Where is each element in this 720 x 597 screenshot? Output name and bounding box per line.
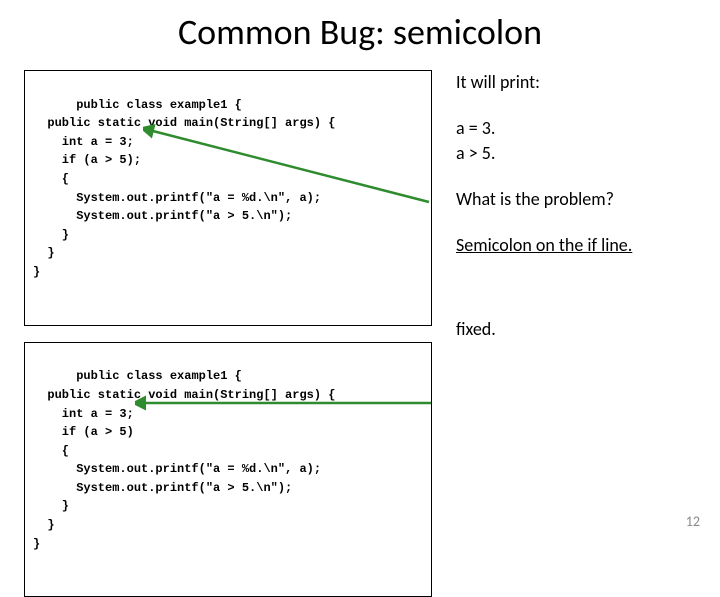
code-box-bug: public class example1 { public static vo…	[24, 70, 432, 326]
code-text-fixed: public class example1 { public static vo…	[33, 369, 335, 550]
output-line-1: a = 3.	[456, 116, 696, 140]
page-number: 12	[686, 513, 700, 530]
problem-question: What is the problem?	[456, 187, 696, 211]
problem-answer: Semicolon on the if line.	[456, 233, 696, 257]
output-values: a = 3. a > 5.	[456, 116, 696, 165]
slide-title: Common Bug: semicolon	[0, 0, 720, 70]
code-column: public class example1 { public static vo…	[24, 70, 432, 597]
explanation-column: It will print: a = 3. a > 5. What is the…	[456, 70, 696, 597]
code-box-fixed: public class example1 { public static vo…	[24, 342, 432, 597]
output-line-2: a > 5.	[456, 141, 696, 165]
fixed-label: fixed.	[456, 317, 696, 341]
content-area: public class example1 { public static vo…	[0, 70, 720, 597]
output-heading: It will print:	[456, 70, 696, 94]
code-text-bug: public class example1 { public static vo…	[33, 98, 335, 279]
